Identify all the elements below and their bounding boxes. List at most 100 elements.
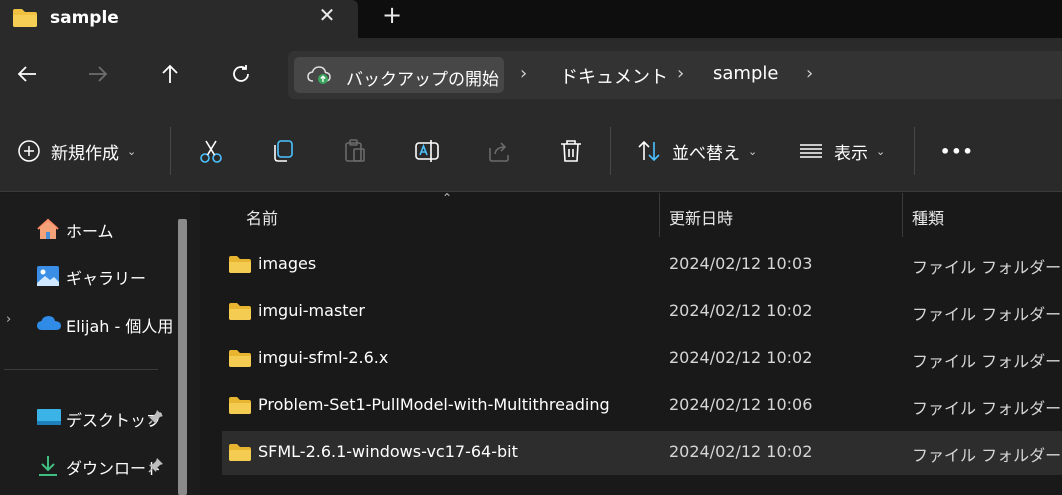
sidebar-scrollbar[interactable] bbox=[178, 219, 187, 495]
new-tab-button[interactable]: + bbox=[380, 3, 404, 27]
file-name: imgui-sfml-2.6.x bbox=[258, 348, 389, 367]
sort-ascending-icon: ⌃ bbox=[442, 191, 453, 205]
address-bar[interactable]: バックアップの開始 › ドキュメント › sample › bbox=[288, 51, 1062, 99]
file-list: ⌃ 名前 更新日時 種類 images 2024/02/12 10:03 ファイ… bbox=[200, 191, 1062, 495]
navigation-bar: バックアップの開始 › ドキュメント › sample › bbox=[0, 38, 1062, 110]
back-button[interactable] bbox=[9, 56, 45, 92]
chevron-down-icon: ⌄ bbox=[127, 144, 137, 158]
file-modified: 2024/02/12 10:02 bbox=[669, 442, 813, 461]
navigation-pane: ホーム ギャラリー › Elijah - 個人用 デスクトップ ダウンロード bbox=[0, 193, 200, 495]
rename-button[interactable] bbox=[414, 136, 440, 166]
table-row[interactable]: images 2024/02/12 10:03 ファイル フォルダー bbox=[222, 243, 1062, 287]
folder-icon bbox=[228, 396, 252, 419]
file-name: imgui-master bbox=[258, 301, 365, 320]
table-row[interactable]: imgui-master 2024/02/12 10:02 ファイル フォルダー bbox=[222, 290, 1062, 334]
folder-icon bbox=[12, 8, 38, 32]
breadcrumb-sample[interactable]: sample bbox=[713, 63, 778, 84]
more-options-button[interactable]: ••• bbox=[940, 136, 974, 166]
tab-title: sample bbox=[50, 8, 119, 28]
chevron-down-icon: ⌄ bbox=[748, 144, 758, 158]
file-modified: 2024/02/12 10:06 bbox=[669, 395, 813, 414]
sort-icon bbox=[638, 140, 660, 162]
breadcrumb-separator[interactable]: › bbox=[520, 63, 527, 84]
breadcrumb-separator[interactable]: › bbox=[677, 63, 684, 84]
file-name: Problem-Set1-PullModel-with-Multithreadi… bbox=[258, 395, 610, 414]
copy-button[interactable] bbox=[270, 136, 296, 166]
up-button[interactable] bbox=[152, 56, 188, 92]
file-modified: 2024/02/12 10:02 bbox=[669, 348, 813, 367]
copy-icon bbox=[274, 140, 293, 162]
forward-button[interactable] bbox=[80, 56, 116, 92]
sidebar-item-onedrive[interactable]: › Elijah - 個人用 bbox=[0, 303, 178, 343]
delete-button[interactable] bbox=[558, 136, 584, 166]
backup-label: バックアップの開始 bbox=[346, 70, 499, 90]
toolbar-divider bbox=[170, 127, 171, 175]
backup-button[interactable]: バックアップの開始 bbox=[294, 57, 504, 93]
share-button[interactable] bbox=[486, 136, 512, 166]
column-header-label: 更新日時 bbox=[669, 209, 734, 228]
arrow-up-icon bbox=[162, 64, 178, 83]
sidebar-item-label: ホーム bbox=[66, 222, 114, 241]
column-header-type[interactable]: 種類 bbox=[903, 193, 1062, 237]
sidebar-item-gallery[interactable]: ギャラリー bbox=[0, 255, 178, 295]
refresh-icon bbox=[233, 65, 249, 82]
sort-button[interactable]: 並べ替え ⌄ bbox=[636, 136, 757, 166]
expand-chevron-icon[interactable]: › bbox=[6, 312, 11, 327]
sidebar-item-desktop[interactable]: デスクトップ bbox=[0, 397, 178, 437]
gallery-icon bbox=[36, 265, 60, 291]
list-view-icon bbox=[800, 144, 822, 158]
file-modified: 2024/02/12 10:02 bbox=[669, 301, 813, 320]
plus-circle-icon bbox=[18, 140, 40, 162]
cloud-backup-icon bbox=[306, 65, 332, 89]
title-bar: sample ✕ + bbox=[0, 0, 1062, 38]
command-bar: 新規作成 ⌄ 並べ替え ⌄ 表示 ⌄ ••• bbox=[0, 110, 1062, 192]
close-tab-icon[interactable]: ✕ bbox=[316, 4, 338, 26]
sidebar-divider bbox=[4, 369, 158, 370]
chevron-down-icon: ⌄ bbox=[876, 144, 886, 158]
sidebar-item-home[interactable]: ホーム bbox=[0, 208, 178, 248]
scissors-icon bbox=[200, 140, 222, 163]
folder-icon bbox=[228, 255, 252, 278]
folder-icon bbox=[228, 443, 252, 466]
cut-button[interactable] bbox=[198, 136, 224, 166]
sidebar-item-label: Elijah - 個人用 bbox=[66, 317, 174, 336]
file-name: SFML-2.6.1-windows-vc17-64-bit bbox=[258, 442, 518, 461]
view-button[interactable]: 表示 ⌄ bbox=[798, 136, 885, 166]
table-row[interactable]: Problem-Set1-PullModel-with-Multithreadi… bbox=[222, 384, 1062, 428]
new-button[interactable]: 新規作成 ⌄ bbox=[17, 136, 136, 166]
pin-icon[interactable] bbox=[148, 457, 164, 477]
column-header-label: 名前 bbox=[246, 209, 279, 228]
breadcrumb-documents[interactable]: ドキュメント bbox=[560, 63, 668, 89]
arrow-left-icon bbox=[17, 66, 36, 82]
file-type: ファイル フォルダー bbox=[912, 352, 1062, 371]
folder-icon bbox=[228, 349, 252, 372]
column-header-name[interactable]: ⌃ 名前 bbox=[200, 191, 660, 237]
view-label: 表示 bbox=[834, 143, 868, 164]
column-header-label: 種類 bbox=[912, 209, 945, 228]
arrow-right-icon bbox=[89, 66, 108, 82]
toolbar-divider bbox=[610, 127, 611, 175]
new-label: 新規作成 bbox=[51, 143, 119, 164]
file-type: ファイル フォルダー bbox=[912, 258, 1062, 277]
more-icon: ••• bbox=[940, 141, 974, 161]
breadcrumb-separator[interactable]: › bbox=[806, 63, 813, 84]
sidebar-item-label: ギャラリー bbox=[66, 269, 147, 288]
desktop-icon bbox=[36, 407, 62, 431]
file-name: images bbox=[258, 254, 317, 273]
sort-label: 並べ替え bbox=[672, 143, 740, 164]
table-row[interactable]: SFML-2.6.1-windows-vc17-64-bit 2024/02/1… bbox=[222, 431, 1062, 475]
column-header-modified[interactable]: 更新日時 bbox=[660, 193, 902, 237]
paste-button[interactable] bbox=[342, 136, 368, 166]
refresh-button[interactable] bbox=[223, 56, 259, 92]
table-row[interactable]: imgui-sfml-2.6.x 2024/02/12 10:02 ファイル フ… bbox=[222, 337, 1062, 381]
pin-icon[interactable] bbox=[148, 409, 164, 429]
file-type: ファイル フォルダー bbox=[912, 446, 1062, 465]
sidebar-item-downloads[interactable]: ダウンロード bbox=[0, 445, 178, 485]
share-icon bbox=[489, 142, 509, 162]
trash-icon bbox=[561, 140, 581, 162]
folder-icon bbox=[228, 302, 252, 325]
download-icon bbox=[36, 455, 60, 481]
active-tab[interactable]: sample ✕ bbox=[0, 0, 358, 38]
toolbar-divider bbox=[914, 127, 915, 175]
clipboard-icon bbox=[345, 139, 365, 162]
